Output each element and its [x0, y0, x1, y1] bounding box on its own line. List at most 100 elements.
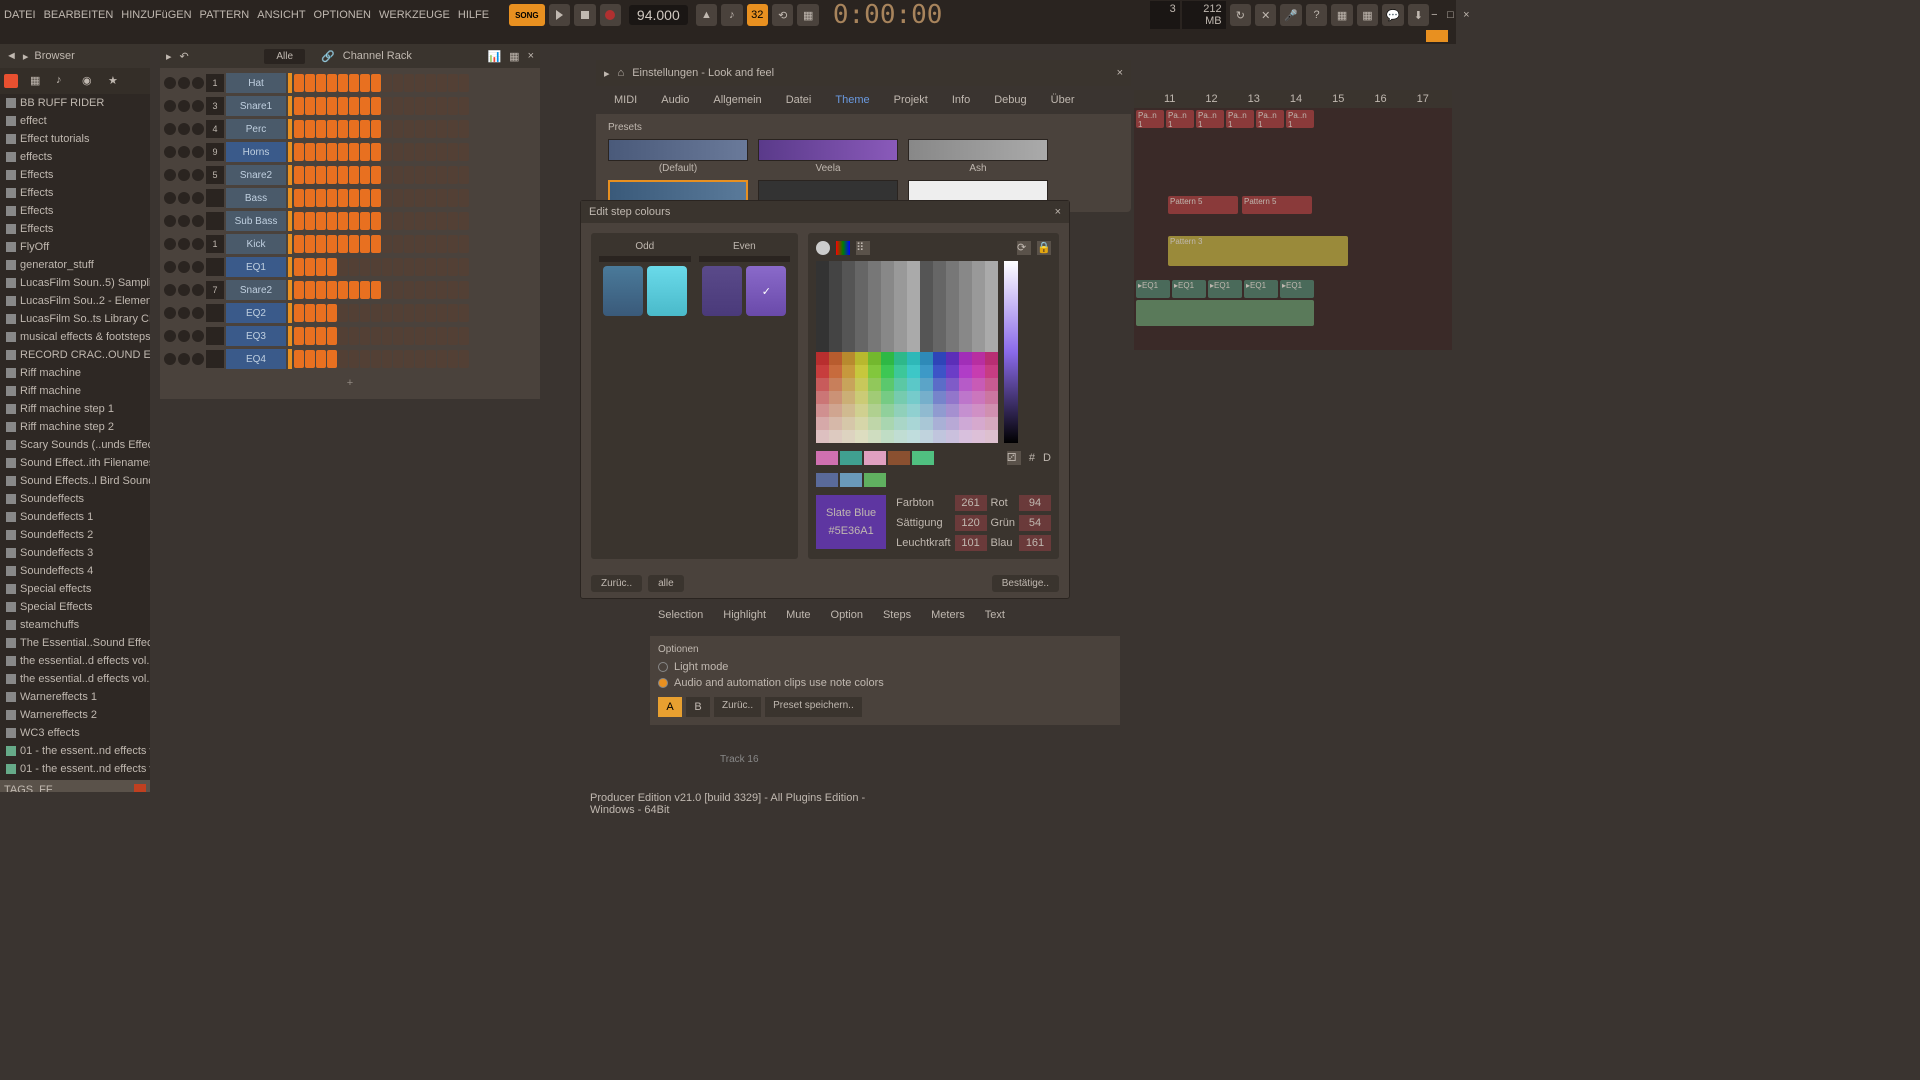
step[interactable] — [415, 189, 425, 207]
color-cell[interactable] — [907, 313, 920, 326]
color-cell[interactable] — [816, 287, 829, 300]
channel-name[interactable]: EQ4 — [226, 349, 286, 369]
maximize-icon[interactable]: □ — [1447, 9, 1459, 21]
menu-view[interactable]: ANSICHT — [257, 9, 305, 21]
channel-pan[interactable] — [178, 100, 190, 112]
color-cell[interactable] — [985, 352, 998, 365]
recent-color-8[interactable] — [864, 473, 886, 487]
step[interactable] — [338, 212, 348, 230]
chat-button[interactable]: 💬 — [1382, 4, 1403, 26]
color-cell[interactable] — [907, 352, 920, 365]
color-cell[interactable] — [985, 261, 998, 274]
recent-color-2[interactable] — [840, 451, 862, 465]
step[interactable] — [305, 120, 315, 138]
color-cell[interactable] — [881, 261, 894, 274]
a-button[interactable]: A — [658, 697, 682, 717]
channel-pan[interactable] — [178, 192, 190, 204]
recent-color-7[interactable] — [840, 473, 862, 487]
channel-vol[interactable] — [192, 146, 204, 158]
color-cell[interactable] — [972, 365, 985, 378]
step[interactable] — [426, 189, 436, 207]
color-cell[interactable] — [868, 313, 881, 326]
color-cell[interactable] — [855, 313, 868, 326]
step[interactable] — [448, 120, 458, 138]
step-sequencer[interactable] — [294, 74, 536, 92]
browser-item[interactable]: effect — [0, 112, 150, 130]
browser-item[interactable]: Soundeffects — [0, 490, 150, 508]
color-cell[interactable] — [881, 326, 894, 339]
step[interactable] — [305, 189, 315, 207]
step[interactable] — [360, 166, 370, 184]
step[interactable] — [382, 166, 392, 184]
color-cell[interactable] — [894, 352, 907, 365]
step[interactable] — [316, 327, 326, 345]
color-cell[interactable] — [894, 261, 907, 274]
step[interactable] — [327, 350, 337, 368]
step[interactable] — [459, 74, 469, 92]
color-cell[interactable] — [829, 313, 842, 326]
color-cell[interactable] — [933, 287, 946, 300]
step[interactable] — [371, 166, 381, 184]
color-cell[interactable] — [881, 417, 894, 430]
step[interactable] — [393, 189, 403, 207]
step[interactable] — [459, 350, 469, 368]
settings-close-icon[interactable]: × — [1117, 67, 1123, 79]
step[interactable] — [294, 258, 304, 276]
cr-graph-icon[interactable]: 📊 — [487, 50, 501, 63]
preset-ash[interactable]: Ash — [908, 139, 1048, 174]
step[interactable] — [371, 235, 381, 253]
tool-button[interactable]: ✕ — [1255, 4, 1276, 26]
channel-led[interactable] — [164, 307, 176, 319]
step[interactable] — [294, 281, 304, 299]
step[interactable] — [426, 327, 436, 345]
color-cell[interactable] — [868, 261, 881, 274]
color-cell[interactable] — [842, 417, 855, 430]
color-cell[interactable] — [972, 261, 985, 274]
step[interactable] — [294, 120, 304, 138]
step[interactable] — [393, 212, 403, 230]
color-cell[interactable] — [829, 339, 842, 352]
color-cell[interactable] — [907, 339, 920, 352]
reset-button[interactable]: Zurüc.. — [591, 575, 642, 592]
browser-item[interactable]: Sound Effects..l Bird Sounds — [0, 472, 150, 490]
cr-close-icon[interactable]: × — [528, 50, 534, 62]
color-grid[interactable] — [816, 261, 998, 443]
lock-icon[interactable]: 🔒 — [1037, 241, 1051, 255]
color-cell[interactable] — [933, 261, 946, 274]
help-button[interactable]: ? — [1306, 4, 1327, 26]
browser-item[interactable]: 01 - the essent..nd effects vol.2 — [0, 742, 150, 760]
minimize-icon[interactable]: − — [1431, 9, 1443, 21]
color-cell[interactable] — [946, 378, 959, 391]
step[interactable] — [327, 143, 337, 161]
color-cell[interactable] — [881, 352, 894, 365]
step[interactable] — [371, 97, 381, 115]
step-sequencer[interactable] — [294, 97, 536, 115]
browser-icon-4[interactable]: ★ — [108, 74, 122, 88]
clip-pattern[interactable]: Pa..n 1 — [1256, 110, 1284, 128]
step[interactable] — [349, 327, 359, 345]
step[interactable] — [426, 281, 436, 299]
color-cell[interactable] — [855, 391, 868, 404]
step[interactable] — [327, 212, 337, 230]
color-cell[interactable] — [959, 365, 972, 378]
step[interactable] — [327, 281, 337, 299]
step[interactable] — [338, 97, 348, 115]
step[interactable] — [415, 166, 425, 184]
step[interactable] — [437, 327, 447, 345]
step[interactable] — [360, 97, 370, 115]
color-cell[interactable] — [985, 404, 998, 417]
channel-pan[interactable] — [178, 330, 190, 342]
lum-input[interactable]: 101 — [955, 535, 987, 551]
step[interactable] — [305, 258, 315, 276]
color-cell[interactable] — [920, 391, 933, 404]
browser-item[interactable]: Effect tutorials — [0, 130, 150, 148]
step[interactable] — [338, 189, 348, 207]
color-cell[interactable] — [881, 287, 894, 300]
channel-number[interactable] — [206, 212, 224, 230]
browser-item[interactable]: Effects — [0, 202, 150, 220]
step[interactable] — [349, 166, 359, 184]
step[interactable] — [382, 327, 392, 345]
step[interactable] — [349, 143, 359, 161]
color-cell[interactable] — [816, 430, 829, 443]
step[interactable] — [448, 350, 458, 368]
